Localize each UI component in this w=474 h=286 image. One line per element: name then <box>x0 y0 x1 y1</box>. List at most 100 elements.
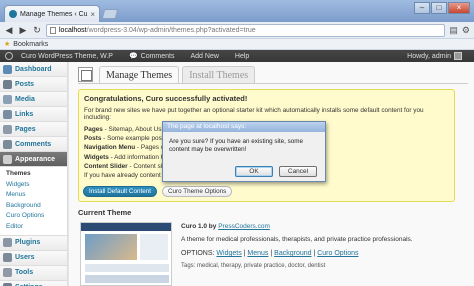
thumb-hero-image <box>85 234 137 260</box>
cancel-button[interactable]: Cancel <box>279 166 317 177</box>
dashboard-icon <box>3 64 12 74</box>
option-menus-link[interactable]: Menus <box>247 250 268 257</box>
themes-screen-icon <box>78 67 93 82</box>
option-widgets-link[interactable]: Widgets <box>216 250 241 257</box>
wrench-icon[interactable]: ⚙ <box>462 25 470 36</box>
comments-icon <box>3 139 12 149</box>
address-bar[interactable]: localhost/wordpress-3.04/wp-admin/themes… <box>46 23 446 37</box>
posts-icon <box>3 79 12 89</box>
sidebar-item-tools[interactable]: Tools <box>0 265 67 281</box>
options-label: OPTIONS: <box>181 250 217 257</box>
sidebar-item-label: Plugins <box>15 239 41 247</box>
admin-sidebar: Dashboard Posts Media Links Pages Comments App… <box>0 62 68 286</box>
bookmarks-bar: ★ Bookmarks <box>0 39 474 50</box>
submenu-item-curo-options[interactable]: Curo Options <box>0 211 67 222</box>
sidebar-item-label: Dashboard <box>15 65 52 73</box>
sidebar-item-comments[interactable]: Comments <box>0 137 67 152</box>
ok-button[interactable]: OK <box>235 166 273 177</box>
sidebar-item-dashboard[interactable]: Dashboard <box>0 62 67 77</box>
sidebar-item-label: Tools <box>15 269 34 277</box>
browser-toolbar: ◀ ▶ ↻ localhost/wordpress-3.04/wp-admin/… <box>0 22 474 39</box>
theme-info: Curo 1.0 by PressCoders.com A theme for … <box>181 223 471 269</box>
back-icon[interactable]: ◀ <box>4 25 14 36</box>
bookmarks-label[interactable]: Bookmarks <box>13 41 48 48</box>
submenu-item-themes[interactable]: Themes <box>0 169 67 180</box>
theme-name-text: Curo 1.0 by <box>181 223 219 230</box>
tools-icon <box>3 268 12 278</box>
adminbar-help[interactable]: Help <box>227 53 257 60</box>
new-tab-button[interactable] <box>101 9 119 19</box>
notice-buttons: Install Default Content Curo Theme Optio… <box>83 186 233 197</box>
sidebar-item-label: Links <box>15 110 34 118</box>
sidebar-item-label: Posts <box>15 80 35 88</box>
page-menu-icon[interactable]: ▤ <box>449 25 458 36</box>
thumb-header <box>81 223 171 231</box>
confirm-dialog: The page at localhost says: Are you sure… <box>162 121 326 182</box>
nav-tabs: Manage Themes Install Themes <box>99 66 256 83</box>
browser-titlebar: Manage Themes ‹ Curo WordPr × – □ × <box>0 0 474 22</box>
maximize-icon[interactable]: □ <box>431 2 447 14</box>
browser-tab-title: Manage Themes ‹ Curo WordPr <box>20 10 88 18</box>
sidebar-item-label: Users <box>15 254 35 262</box>
plugins-icon <box>3 238 12 248</box>
tab-manage-themes[interactable]: Manage Themes <box>99 66 180 83</box>
notice-term: Content Slider <box>84 162 128 170</box>
notice-term: Pages <box>84 126 103 133</box>
sidebar-item-label: Comments <box>15 140 52 148</box>
sidebar-item-users[interactable]: Users <box>0 250 67 266</box>
url-host: localhost <box>59 26 87 34</box>
close-window-icon[interactable]: × <box>448 2 470 14</box>
window-controls: – □ × <box>414 2 470 14</box>
media-icon <box>3 94 12 104</box>
theme-name: Curo 1.0 by PressCoders.com <box>181 223 471 230</box>
star-icon: ★ <box>4 41 11 48</box>
howdy-text: Howdy, admin <box>407 52 451 60</box>
adminbar-comments-label: Comments <box>140 52 175 60</box>
notice-intro: For brand new sites we have put together… <box>84 107 424 121</box>
submenu-item-editor[interactable]: Editor <box>0 222 67 233</box>
adminbar-site-name[interactable]: Curo WordPress Theme, W.P <box>13 53 121 60</box>
install-default-content-button[interactable]: Install Default Content <box>83 186 157 197</box>
wordpress-logo-icon[interactable] <box>5 52 13 60</box>
adminbar-add-new[interactable]: Add New <box>183 53 227 60</box>
sidebar-item-media[interactable]: Media <box>0 92 67 107</box>
avatar <box>454 52 462 60</box>
thumb-sidebar <box>140 234 168 260</box>
appearance-submenu: Themes Widgets Menus Background Curo Options… <box>0 167 67 236</box>
sidebar-item-settings[interactable]: Settings <box>0 280 67 286</box>
dialog-title: The page at localhost says: <box>163 122 325 132</box>
pages-icon <box>3 124 12 134</box>
curo-theme-options-button[interactable]: Curo Theme Options <box>161 186 233 197</box>
sidebar-item-posts[interactable]: Posts <box>0 77 67 92</box>
sidebar-item-pages[interactable]: Pages <box>0 122 67 137</box>
sidebar-item-appearance[interactable]: Appearance <box>0 152 67 167</box>
sidebar-item-label: Pages <box>15 125 36 133</box>
page-icon <box>50 26 56 34</box>
adminbar-comments[interactable]: 💬 Comments <box>121 52 183 61</box>
theme-screenshot <box>80 222 172 286</box>
theme-tags: Tags: medical, therapy, private practice… <box>181 263 326 269</box>
dialog-buttons: OK Cancel <box>235 166 317 177</box>
browser-tab[interactable]: Manage Themes ‹ Curo WordPr × <box>4 5 100 22</box>
sidebar-item-label: Media <box>15 95 35 103</box>
sidebar-item-plugins[interactable]: Plugins <box>0 235 67 251</box>
option-background-link[interactable]: Background <box>274 250 311 257</box>
tab-install-themes[interactable]: Install Themes <box>182 66 256 83</box>
option-curo-options-link[interactable]: Curo Options <box>317 250 358 257</box>
adminbar-user[interactable]: Howdy, admin <box>407 52 474 60</box>
notice-text: - Some example posts <box>101 135 167 143</box>
theme-description: A theme for medical professionals, thera… <box>181 236 413 243</box>
wp-admin-bar: Curo WordPress Theme, W.P 💬 Comments Add … <box>0 50 474 62</box>
forward-icon[interactable]: ▶ <box>18 25 28 36</box>
tab-divider <box>78 83 468 84</box>
sidebar-item-links[interactable]: Links <box>0 107 67 122</box>
submenu-item-background[interactable]: Background <box>0 201 67 212</box>
reload-icon[interactable]: ↻ <box>32 25 42 36</box>
theme-author-link[interactable]: PressCoders.com <box>218 223 270 230</box>
minimize-icon[interactable]: – <box>414 2 430 14</box>
close-tab-icon[interactable]: × <box>90 10 95 19</box>
dialog-message: Are you sure? If you have an existing si… <box>169 138 304 153</box>
submenu-item-widgets[interactable]: Widgets <box>0 180 67 191</box>
appearance-icon <box>3 154 12 164</box>
submenu-item-menus[interactable]: Menus <box>0 190 67 201</box>
